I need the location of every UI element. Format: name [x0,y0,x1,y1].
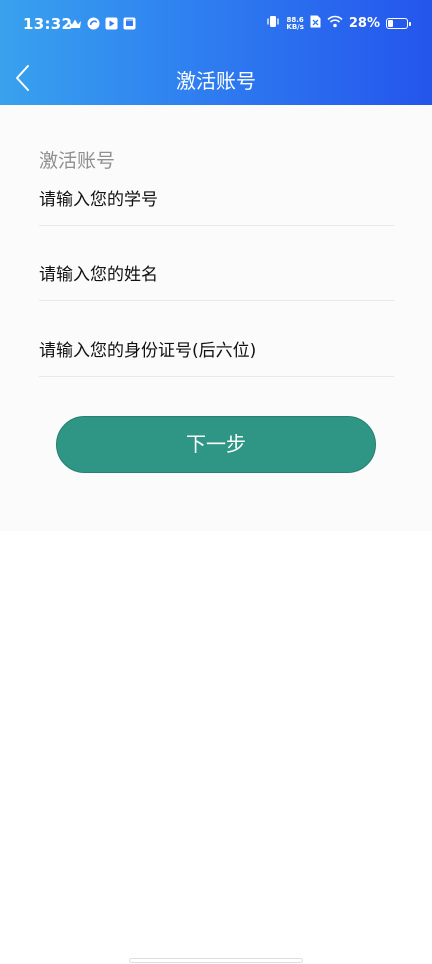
form-heading: 激活账号 [39,150,116,172]
battery-percent: 28% [348,16,380,31]
network-speed-unit: KB/s [286,22,304,31]
page-title: 激活账号 [176,69,256,93]
nav-bar: 激活账号 [0,52,432,105]
id-card-input[interactable] [39,336,394,366]
next-step-button[interactable]: 下一步 [56,416,376,473]
id-card-field [39,336,394,377]
battery-icon [386,18,411,29]
sim-card-icon [310,15,321,32]
screen: 13:32 88.6 KB/s 28% 激活账号 激活账号 请输入您的学号 请输… [0,0,432,964]
name-field [39,260,394,301]
battery-level [388,20,393,27]
header: 13:32 88.6 KB/s 28% 激活账号 [0,0,432,105]
status-bar: 13:32 88.6 KB/s 28% [0,0,432,52]
network-speed: 88.6 KB/s [286,16,304,31]
system-status: 88.6 KB/s 28% [266,15,411,32]
video-play-icon [105,17,118,30]
vibrate-icon [266,15,280,32]
student-id-field [39,185,394,226]
app-box-icon [123,17,136,30]
home-indicator[interactable] [129,958,303,963]
student-id-input[interactable] [39,185,394,215]
wifi-icon [327,15,343,32]
name-input[interactable] [39,260,394,290]
crown-icon [68,18,82,30]
activation-form: 激活账号 下一步 [0,105,432,531]
app-swirl-icon [87,17,100,30]
status-time: 13:32 [23,15,73,33]
battery-tip [409,21,411,26]
notification-icons [68,17,136,30]
